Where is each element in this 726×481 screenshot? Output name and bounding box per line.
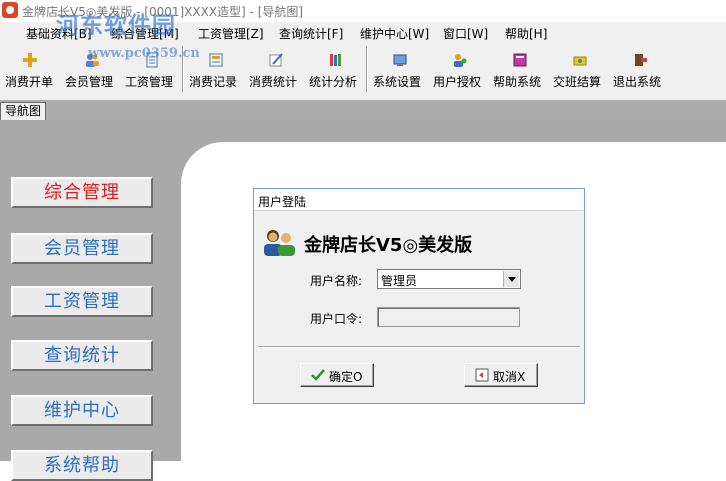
sidebar-item-system-help[interactable]: 系统帮助 [11,450,153,481]
dialog-title-bar: 用户登陆 [254,189,584,211]
handover-icon [573,56,587,66]
navigation-sidebar: 综合管理 会员管理 工资管理 查询统计 维护中心 系统帮助 [0,120,181,481]
username-label: 用户名称: [310,274,363,288]
watermark-url: www.pc0359.cn [88,46,200,61]
username-value: 管理员 [381,274,418,288]
cancel-icon [475,368,489,382]
menu-window[interactable]: 窗口[W] [443,25,488,42]
sidebar-item-general-management[interactable]: 综合管理 [11,177,153,208]
toolbar-label: 工资管理 [125,75,174,89]
check-icon [311,369,325,381]
toolbar-label: 退出系统 [613,75,662,89]
menu-help[interactable]: 帮助[H] [505,25,547,42]
books-icon [330,54,341,66]
menu-salary-management[interactable]: 工资管理[Z] [198,25,264,42]
toolbar-label: 统计分析 [309,75,358,89]
toolbar-button-system-settings[interactable]: 系统设置 [370,44,428,96]
plus-icon [23,53,37,67]
toolbar-button-new-order[interactable]: 消费开单 [0,44,58,96]
toolbar-label: 消费开单 [5,75,54,89]
app-icon [2,2,18,18]
toolbar-button-consume-stats[interactable]: 消费统计 [246,44,304,96]
dialog-heading: 金牌店长V5◎美发版 [304,235,473,256]
toolbar-button-exit[interactable]: 退出系统 [610,44,668,96]
username-select[interactable]: 管理员 [377,269,521,289]
toolbar-button-handover[interactable]: 交班结算 [550,44,608,96]
password-label: 用户口令: [310,312,363,326]
toolbar-label: 交班结算 [553,75,602,89]
toolbar-label: 帮助系统 [493,75,542,89]
users-icon [454,54,467,67]
sidebar-item-maintenance[interactable]: 维护中心 [11,395,153,426]
menu-maintenance[interactable]: 维护中心[W] [360,25,429,42]
settings-icon [393,54,407,66]
cancel-button[interactable]: 取消X [464,363,538,387]
toolbar-label: 消费统计 [249,75,298,89]
toolbar-label: 系统设置 [373,75,422,89]
watermark-site-name: 河东软件园 [56,12,176,39]
cancel-button-label: 取消X [493,370,526,384]
tab-navigation-map[interactable]: 导航图 [0,102,46,120]
sidebar-item-salary-management[interactable]: 工资管理 [11,286,153,317]
chevron-down-icon[interactable] [503,271,519,287]
sidebar-item-query-statistics[interactable]: 查询统计 [11,340,153,371]
menu-query-statistics[interactable]: 查询统计[F] [279,25,343,42]
toolbar-label: 用户授权 [433,75,482,89]
ok-button-label: 确定O [329,370,363,384]
ok-button[interactable]: 确定O [300,363,374,387]
login-dialog: 用户登陆 金牌店长V5◎美发版 用户名称: 管理员 用户口令: 确定O 取消X [253,188,585,404]
record-icon [209,53,223,67]
toolbar-button-user-auth[interactable]: 用户授权 [430,44,488,96]
pencil-icon [269,53,283,67]
exit-icon [635,54,647,66]
help-book-icon [513,53,527,67]
dialog-divider [258,346,580,348]
toolbar-label: 消费记录 [189,75,238,89]
password-input[interactable] [377,307,520,327]
sidebar-item-member-management[interactable]: 会员管理 [11,233,153,264]
toolbar-separator [366,46,368,92]
dialog-title: 用户登陆 [258,195,307,209]
toolbar-label: 会员管理 [65,75,114,89]
tab-strip: 导航图 [0,100,726,120]
users-icon [264,230,295,256]
toolbar-button-help[interactable]: 帮助系统 [490,44,548,96]
toolbar-button-analysis[interactable]: 统计分析 [306,44,364,96]
